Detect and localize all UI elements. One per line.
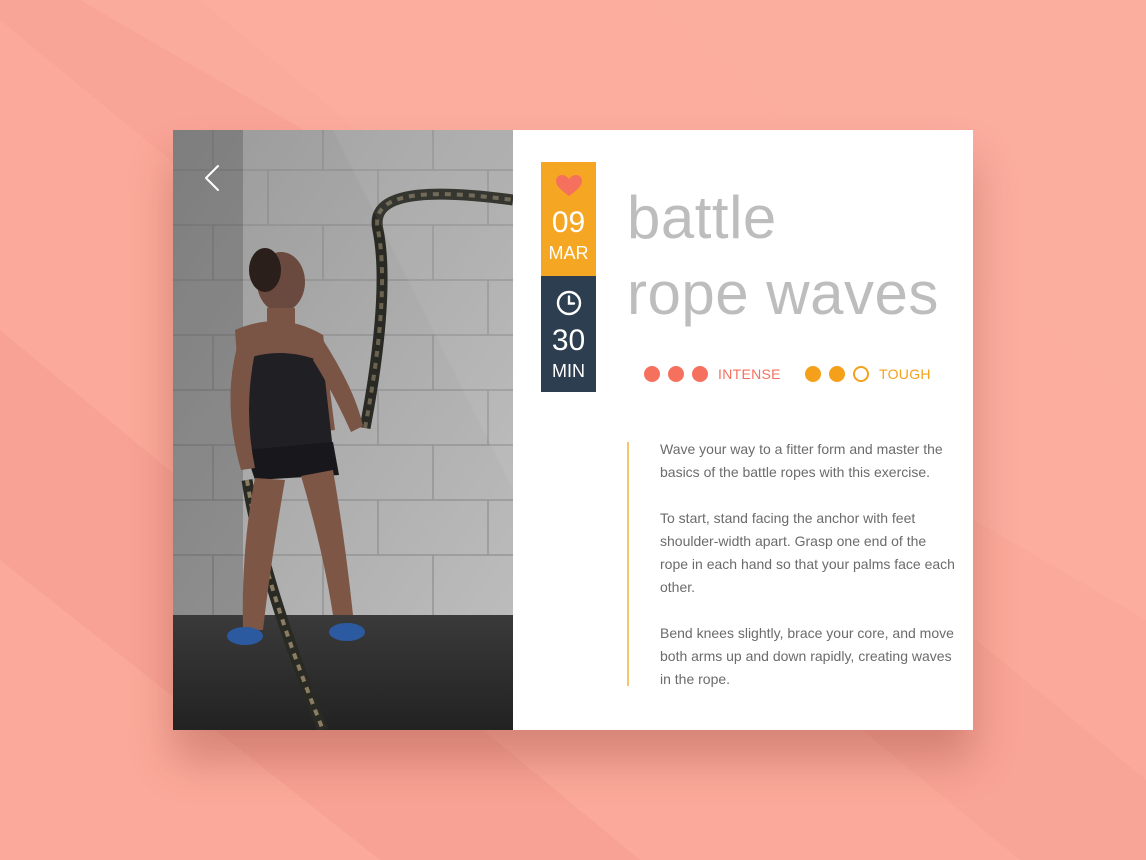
date-badge: 09 MAR — [541, 162, 596, 276]
workout-details: 09 MAR 30 MIN battle rope waves INTENSE … — [513, 130, 973, 730]
workout-photo — [173, 130, 513, 730]
back-button[interactable] — [197, 160, 233, 196]
intensity-label: INTENSE — [718, 366, 781, 382]
difficulty-rating: TOUGH — [805, 366, 931, 382]
workout-title: battle rope waves — [627, 180, 967, 332]
chevron-left-icon — [205, 165, 219, 191]
description-paragraph-3: Bend knees slightly, brace your core, an… — [660, 625, 954, 687]
duration-value: 30 — [551, 324, 586, 357]
clock-icon — [556, 290, 582, 316]
description-paragraph-2: To start, stand facing the anchor with f… — [660, 510, 955, 595]
date-day: 09 — [551, 206, 586, 239]
heart-icon — [556, 175, 582, 196]
title-line-2: rope waves — [627, 260, 939, 327]
intensity-dot-filled — [668, 366, 684, 382]
description-paragraph-1: Wave your way to a fitter form and maste… — [660, 441, 943, 480]
duration-badge: 30 MIN — [541, 276, 596, 392]
date-month: MAR — [548, 243, 589, 263]
description-divider — [627, 442, 629, 686]
workout-description: Wave your way to a fitter form and maste… — [660, 438, 955, 714]
difficulty-dot-empty — [853, 366, 869, 382]
difficulty-dot-filled — [805, 366, 821, 382]
difficulty-label: TOUGH — [879, 366, 931, 382]
workout-card: 09 MAR 30 MIN battle rope waves INTENSE … — [173, 130, 973, 730]
athlete-image — [173, 130, 513, 730]
difficulty-dot-filled — [829, 366, 845, 382]
intensity-rating: INTENSE — [644, 366, 781, 382]
title-line-1: battle — [627, 184, 777, 251]
intensity-dot-filled — [692, 366, 708, 382]
intensity-dot-filled — [644, 366, 660, 382]
duration-unit: MIN — [552, 361, 585, 381]
